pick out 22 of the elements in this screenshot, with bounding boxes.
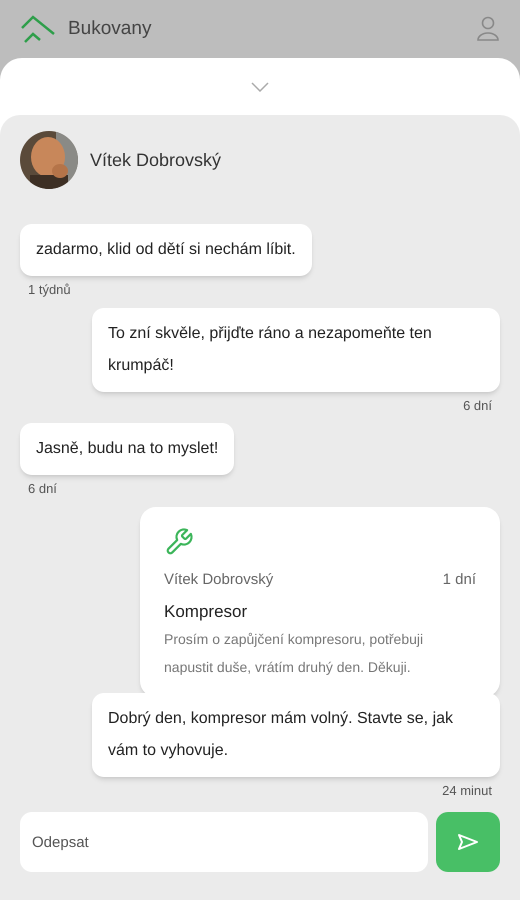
chevron-down-icon[interactable]: [251, 82, 269, 92]
request-time: 1 dní: [442, 570, 476, 590]
user-icon[interactable]: [476, 16, 500, 42]
logo-icon: [20, 14, 56, 44]
message-time: 6 dní: [27, 480, 58, 498]
send-icon: [457, 833, 479, 851]
request-sender: Vítek Dobrovský: [164, 570, 274, 590]
message-bubble: Jasně, budu na to myslet!: [20, 423, 234, 475]
request-description: Prosím o zapůjčení kompresoru, potřebuji napustit duše, vrátím druhý den. Děkuji.: [164, 630, 424, 677]
message-bubble: Dobrý den, kompresor mám volný. Stavte se, jak vám to vyhovuje.: [92, 692, 500, 776]
message-time: 6 dní: [462, 396, 493, 414]
message-time: 24 minut: [441, 782, 493, 800]
contact-name: Vítek Dobrovský: [90, 148, 222, 172]
message-bubble: To zní skvěle, přijďte ráno a nezapomeňte ten krumpáč!: [92, 308, 500, 392]
app-title: Bukovany: [68, 16, 152, 41]
wrench-icon: [164, 526, 194, 556]
reply-field[interactable]: Odepsat: [20, 812, 428, 872]
send-button[interactable]: [436, 812, 500, 872]
request-title: Kompresor: [164, 601, 248, 623]
message-time: 1 týdnů: [27, 281, 72, 299]
message-bubble: zadarmo, klid od dětí si nechám líbit.: [20, 224, 312, 276]
request-card[interactable]: Vítek Dobrovský 1 dní Kompresor Prosím o zapůjčení kompresoru, potřebuji napustit duše, vrátím druhý den. Děkuji.: [140, 506, 500, 696]
